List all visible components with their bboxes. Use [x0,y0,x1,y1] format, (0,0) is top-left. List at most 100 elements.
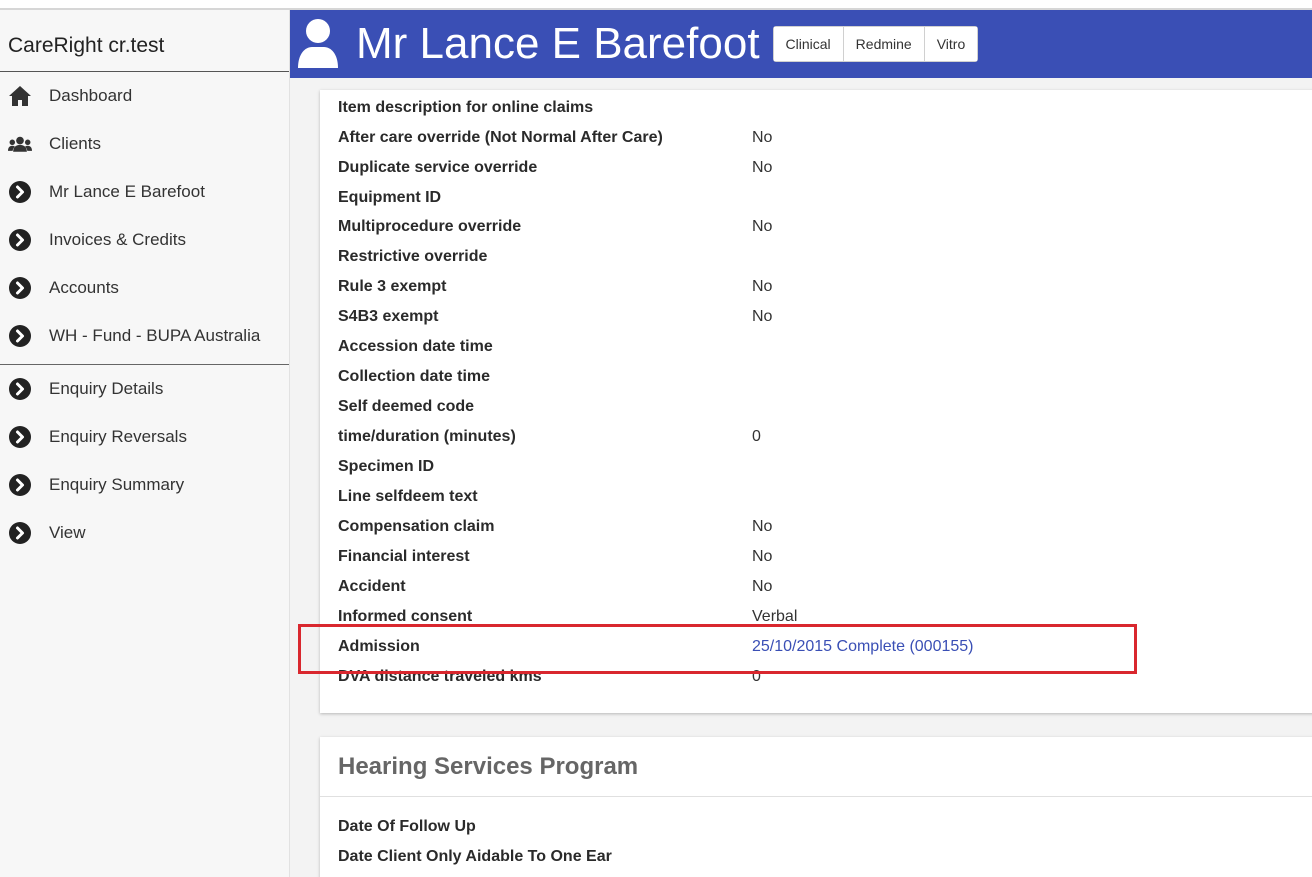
detail-row: Item description for online claims [338,93,752,123]
detail-value: 0 [752,428,761,445]
detail-row: Compensation claim No [338,512,772,542]
user-avatar-icon [296,18,340,70]
detail-label: Financial interest [338,548,470,565]
detail-label: DVA distance traveled kms [338,668,542,685]
sidebar-nav-secondary: Enquiry Details Enquiry Reversals Enquir… [0,365,289,557]
chevron-circle-icon [8,180,32,204]
sidebar-item-label: Invoices & Credits [49,230,186,249]
sidebar-item-invoices-credits[interactable]: Invoices & Credits [0,216,289,264]
detail-label: After care override (Not Normal After Ca… [338,129,663,146]
sidebar-item-dashboard[interactable]: Dashboard [0,72,289,120]
sidebar-item-label: WH - Fund - BUPA Australia [49,326,261,345]
detail-label: time/duration (minutes) [338,428,516,445]
sidebar-item-label: Clients [49,134,101,153]
external-links-group: Clinical Redmine Vitro [772,26,979,62]
detail-row: S4B3 exempt No [338,302,772,332]
detail-value: No [752,159,773,176]
admission-link[interactable]: 25/10/2015 Complete (000155) [752,638,974,656]
chevron-circle-icon [8,324,32,348]
sidebar-item-accounts[interactable]: Accounts [0,264,289,312]
detail-label: S4B3 exempt [338,308,439,325]
card-title: Hearing Services Program [338,753,639,780]
detail-label: Equipment ID [338,189,442,206]
detail-value: No [752,548,773,565]
home-icon [8,84,32,108]
detail-row: Collection date time [338,362,752,392]
claim-details-card: Item description for online claims After… [320,90,1312,713]
detail-label: Duplicate service override [338,159,538,176]
detail-label: Specimen ID [338,458,435,475]
detail-label: Self deemed code [338,398,475,415]
chevron-circle-icon [8,228,32,252]
users-icon [8,132,32,156]
detail-label: Admission [338,638,420,655]
detail-label: Date Of Follow Up [338,818,476,835]
detail-row: time/duration (minutes) 0 [338,422,761,452]
chevron-circle-icon [8,521,32,545]
sidebar-item-label: Accounts [49,278,119,297]
detail-row: Equipment ID [338,183,752,213]
chevron-circle-icon [8,276,32,300]
browser-top-edge [0,0,1312,10]
chevron-circle-icon [8,377,32,401]
detail-row: Accident No [338,572,772,602]
detail-label: Accident [338,578,406,595]
detail-value: No [752,578,773,595]
sidebar-item-clients[interactable]: Clients [0,120,289,168]
client-name-title: Mr Lance E Barefoot [356,19,760,68]
hearing-services-card: Hearing Services Program Date Of Follow … [320,737,1312,877]
detail-value: No [752,218,773,235]
detail-label: Compensation claim [338,518,495,535]
detail-row: Multiprocedure override No [338,212,772,242]
detail-row: Specimen ID [338,452,752,482]
detail-row: Accession date time [338,332,752,362]
sidebar-item-enquiry-details[interactable]: Enquiry Details [0,365,289,413]
sidebar-item-enquiry-reversals[interactable]: Enquiry Reversals [0,413,289,461]
redmine-button[interactable]: Redmine [843,27,925,61]
detail-label: Collection date time [338,368,491,385]
sidebar-nav-primary: Dashboard Clients Mr Lance E Barefoot In… [0,72,289,360]
detail-label: Informed consent [338,608,473,625]
detail-value: No [752,308,773,325]
sidebar-item-view[interactable]: View [0,509,289,557]
chevron-circle-icon [8,473,32,497]
detail-row: Restrictive override [338,242,752,272]
detail-row: Date Of Follow Up [338,812,752,842]
detail-value: No [752,129,773,146]
detail-row-admission: Admission 25/10/2015 Complete (000155) [338,632,974,662]
detail-label: Line selfdeem text [338,488,478,505]
detail-value: 0 [752,668,761,685]
sidebar-item-label: Enquiry Summary [49,475,185,494]
detail-label: Item description for online claims [338,99,594,116]
detail-label: Date Client Only Aidable To One Ear [338,848,612,865]
detail-row: Financial interest No [338,542,772,572]
sidebar-item-enquiry-summary[interactable]: Enquiry Summary [0,461,289,509]
vitro-button[interactable]: Vitro [924,27,978,61]
app-brand: CareRight cr.test [0,10,289,72]
detail-row: DVA distance traveled kms 0 [338,662,761,692]
detail-row: After care override (Not Normal After Ca… [338,123,772,153]
detail-row: Date Client Only Aidable To One Ear [338,842,752,872]
detail-label: Accession date time [338,338,493,355]
detail-row: Line selfdeem text [338,482,752,512]
detail-row: Informed consent Verbal [338,602,797,632]
sidebar-item-label: Mr Lance E Barefoot [49,182,205,201]
detail-label: Restrictive override [338,248,488,265]
sidebar-item-label: Enquiry Details [49,379,164,398]
detail-label: Multiprocedure override [338,218,522,235]
sidebar-item-client-record[interactable]: Mr Lance E Barefoot [0,168,289,216]
detail-label: Rule 3 exempt [338,278,447,295]
sidebar-item-label: Dashboard [49,86,133,105]
detail-row: Self deemed code [338,392,752,422]
chevron-circle-icon [8,425,32,449]
sidebar-item-fund[interactable]: WH - Fund - BUPA Australia [0,312,289,360]
detail-row: Rule 3 exempt No [338,272,772,302]
sidebar-item-label: View [49,523,86,542]
detail-value: No [752,518,773,535]
card-divider [320,796,1312,797]
client-header: Mr Lance E Barefoot Clinical Redmine Vit… [290,10,1312,78]
sidebar: CareRight cr.test Dashboard Clients Mr L… [0,10,290,877]
detail-value: No [752,278,773,295]
sidebar-item-label: Enquiry Reversals [49,427,187,446]
clinical-button[interactable]: Clinical [773,27,844,61]
